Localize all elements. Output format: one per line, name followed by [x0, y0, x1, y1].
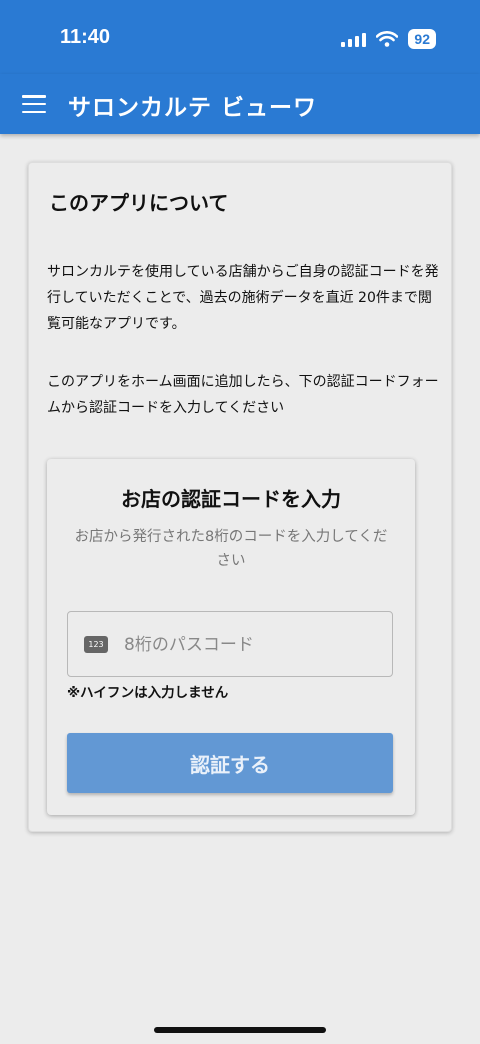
status-bar: 11:40 92	[0, 0, 480, 74]
wifi-icon	[376, 31, 399, 47]
app-bar: サロンカルテ ビューワ	[0, 74, 480, 134]
authenticate-button[interactable]: 認証する	[67, 733, 393, 793]
battery-icon: 92	[408, 29, 436, 49]
menu-icon[interactable]	[22, 95, 46, 113]
status-icons: 92	[341, 28, 436, 50]
about-title: このアプリについて	[49, 191, 229, 215]
status-time: 11:40	[60, 26, 111, 48]
home-indicator	[154, 1027, 326, 1033]
about-paragraph-2: このアプリをホーム画面に追加したら、下の認証コードフォームから認証コードを入力し…	[47, 374, 439, 416]
numeric-keypad-icon: 123	[84, 636, 108, 653]
auth-form-title: お店の認証コードを入力	[121, 487, 341, 511]
app-title: サロンカルテ ビューワ	[68, 95, 318, 121]
hyphen-hint: ※ハイフンは入力しません	[67, 685, 229, 701]
auth-form-subtitle: お店から発行された8桁のコードを入力してください	[74, 529, 388, 569]
about-card: このアプリについて サロンカルテを使用している店舗からご自身の認証コードを発行し…	[28, 162, 452, 832]
auth-form-card: お店の認証コードを入力 お店から発行された8桁のコードを入力してください 123…	[47, 459, 415, 815]
signal-icon	[341, 31, 367, 47]
passcode-input-box[interactable]: 123	[67, 611, 393, 677]
about-paragraph-1: サロンカルテを使用している店舗からご自身の認証コードを発行していただくことで、過…	[47, 264, 439, 332]
passcode-input[interactable]	[124, 630, 374, 660]
